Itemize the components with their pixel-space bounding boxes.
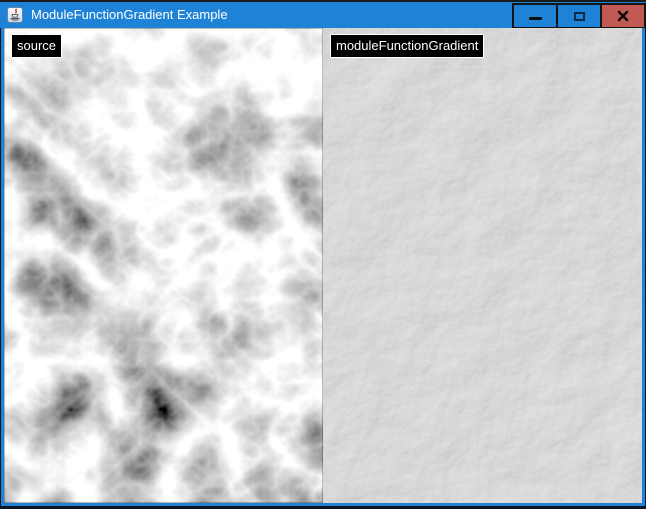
- application-window: ModuleFunctionGradient Example: [0, 0, 646, 509]
- close-x-icon: [617, 10, 629, 22]
- panel-module-function-gradient: moduleFunctionGradient: [323, 28, 642, 503]
- window-controls: [514, 3, 646, 29]
- panel-source: source: [4, 28, 323, 503]
- java-coffee-cup-icon[interactable]: [7, 7, 23, 23]
- maximize-square-icon: [574, 12, 585, 21]
- window-title: ModuleFunctionGradient Example: [31, 2, 228, 28]
- minimize-dash-icon: [529, 17, 542, 20]
- minimize-button[interactable]: [512, 3, 558, 29]
- maximize-button[interactable]: [556, 3, 602, 29]
- window-frame: source moduleFunctionGradient: [0, 28, 646, 509]
- source-image-label: source: [11, 34, 62, 58]
- source-noise-image: [4, 28, 323, 503]
- gradient-image-label: moduleFunctionGradient: [330, 34, 484, 58]
- content-area: source moduleFunctionGradient: [1, 28, 645, 506]
- titlebar[interactable]: ModuleFunctionGradient Example: [0, 0, 646, 28]
- gradient-noise-image: [323, 28, 642, 503]
- close-button[interactable]: [600, 3, 646, 29]
